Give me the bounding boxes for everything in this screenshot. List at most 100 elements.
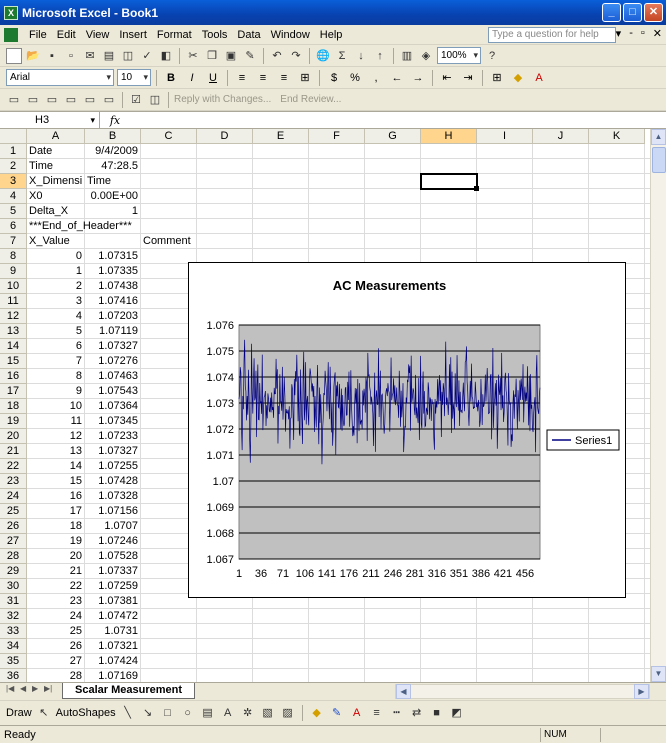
cell-a21[interactable]: 13 [27,444,85,459]
cut-icon[interactable]: ✂ [185,48,201,64]
folder-icon[interactable]: ▭ [6,92,22,108]
cell-a33[interactable]: 25 [27,624,85,639]
row-header-27[interactable]: 27 [0,534,27,549]
row-header-31[interactable]: 31 [0,594,27,609]
cell-a7[interactable]: X_Value [27,234,85,249]
dash-style-icon[interactable]: ┅ [389,705,405,721]
minimize-button[interactable]: _ [602,3,621,22]
track-changes-icon[interactable]: ☑ [128,92,144,108]
row-header-34[interactable]: 34 [0,639,27,654]
cell-a15[interactable]: 7 [27,354,85,369]
rectangle-icon[interactable]: □ [160,705,176,721]
merge-center-icon[interactable]: ⊞ [296,70,314,86]
chart-wizard-icon[interactable]: ▥ [399,48,415,64]
row-header-33[interactable]: 33 [0,624,27,639]
line-color-icon[interactable]: ✎ [329,705,345,721]
cell-a28[interactable]: 20 [27,549,85,564]
column-header-c[interactable]: C [141,129,197,144]
cell-a23[interactable]: 15 [27,474,85,489]
folder-share-icon[interactable]: ▭ [44,92,60,108]
row-header-3[interactable]: 3 [0,174,27,189]
cell-b32[interactable]: 1.07472 [85,609,141,624]
cell-b22[interactable]: 1.07255 [85,459,141,474]
first-sheet-icon[interactable]: |◀ [6,684,14,693]
percent-icon[interactable]: % [346,70,364,86]
cell-a25[interactable]: 17 [27,504,85,519]
cell-b33[interactable]: 1.0731 [85,624,141,639]
zoom-select[interactable]: 100% [437,47,481,64]
row-header-30[interactable]: 30 [0,579,27,594]
cell-b31[interactable]: 1.07381 [85,594,141,609]
last-sheet-icon[interactable]: ▶| [44,684,52,693]
cell-a20[interactable]: 12 [27,429,85,444]
print-icon[interactable]: ▤ [101,48,117,64]
wordart-icon[interactable]: A [220,705,236,721]
cell-b27[interactable]: 1.07246 [85,534,141,549]
row-header-11[interactable]: 11 [0,294,27,309]
row-header-28[interactable]: 28 [0,549,27,564]
select-objects-icon[interactable]: ↖ [36,705,52,721]
cell-a22[interactable]: 14 [27,459,85,474]
cell-a3[interactable]: X_Dimensi [27,174,85,189]
row-header-15[interactable]: 15 [0,354,27,369]
redo-icon[interactable]: ↷ [288,48,304,64]
cell-a31[interactable]: 23 [27,594,85,609]
line-icon[interactable]: ╲ [120,705,136,721]
font-color-draw-icon[interactable]: A [349,705,365,721]
textbox-icon[interactable]: ▤ [200,705,216,721]
cell-b24[interactable]: 1.07328 [85,489,141,504]
cell-a1[interactable]: Date [27,144,85,159]
increase-indent-icon[interactable]: ⇥ [459,70,477,86]
next-sheet-icon[interactable]: ▶ [32,684,38,693]
cell-b11[interactable]: 1.07416 [85,294,141,309]
cell-b13[interactable]: 1.07119 [85,324,141,339]
hyperlink-icon[interactable]: 🌐 [315,48,331,64]
row-header-23[interactable]: 23 [0,474,27,489]
row-header-32[interactable]: 32 [0,609,27,624]
help-icon[interactable]: ? [484,48,500,64]
chart-object[interactable]: AC Measurements 1.076 1.075 1.074 1.073 1.072… [188,262,626,598]
oval-icon[interactable]: ○ [180,705,196,721]
decrease-indent-icon[interactable]: ⇤ [438,70,456,86]
help-search-input[interactable]: Type a question for help [488,27,616,43]
doc-close-button[interactable]: ✕ [653,27,662,40]
fill-handle[interactable] [474,186,479,191]
cell-b10[interactable]: 1.07438 [85,279,141,294]
row-header-1[interactable]: 1 [0,144,27,159]
row-header-21[interactable]: 21 [0,444,27,459]
row-header-9[interactable]: 9 [0,264,27,279]
sheet-tab-scalar-measurement[interactable]: Scalar Measurement [62,683,195,699]
cell-b34[interactable]: 1.07321 [85,639,141,654]
autosum-icon[interactable]: Σ [334,48,350,64]
scroll-up-icon[interactable]: ▲ [651,129,666,145]
folder-send-icon[interactable]: ▭ [63,92,79,108]
row-header-2[interactable]: 2 [0,159,27,174]
cell-b2[interactable]: 47:28.5 [85,159,141,174]
column-header-f[interactable]: F [309,129,365,144]
cell-c7[interactable]: Comment [141,234,197,249]
cell-b14[interactable]: 1.07327 [85,339,141,354]
font-color-icon[interactable]: A [530,70,548,86]
maximize-button[interactable]: □ [623,3,642,22]
row-header-36[interactable]: 36 [0,669,27,682]
row-header-12[interactable]: 12 [0,309,27,324]
cell-b3[interactable]: Time [85,174,141,189]
cell-b19[interactable]: 1.07345 [85,414,141,429]
cell-b36[interactable]: 1.07169 [85,669,141,682]
cell-a36[interactable]: 28 [27,669,85,682]
fill-color-draw-icon[interactable]: ◆ [309,705,325,721]
cell-b12[interactable]: 1.07203 [85,309,141,324]
cell-a10[interactable]: 2 [27,279,85,294]
row-header-19[interactable]: 19 [0,414,27,429]
sort-descending-icon[interactable]: ↑ [372,48,388,64]
row-header-8[interactable]: 8 [0,249,27,264]
cell-a26[interactable]: 18 [27,519,85,534]
copy-icon[interactable]: ❐ [204,48,220,64]
row-header-29[interactable]: 29 [0,564,27,579]
cell-a34[interactable]: 26 [27,639,85,654]
diagram-icon[interactable]: ✲ [240,705,256,721]
row-header-25[interactable]: 25 [0,504,27,519]
cell-a30[interactable]: 22 [27,579,85,594]
cell-a8[interactable]: 0 [27,249,85,264]
bold-button[interactable]: B [162,70,180,86]
